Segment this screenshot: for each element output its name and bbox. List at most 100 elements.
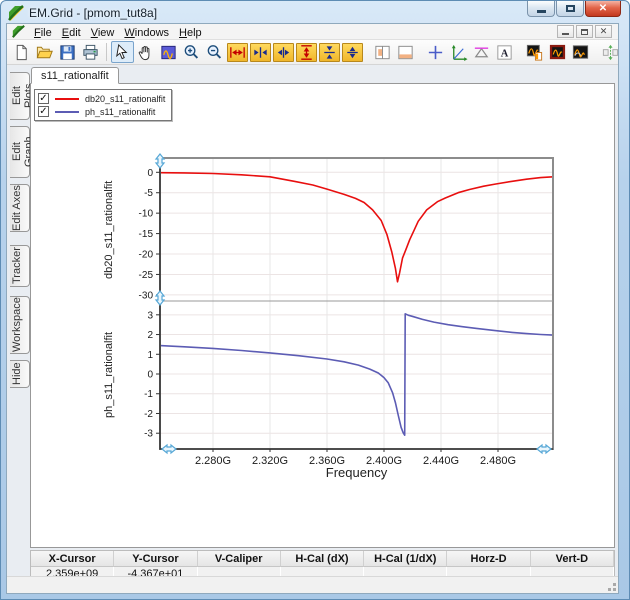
maximize-button[interactable] [556,1,584,17]
new-file-button[interactable] [10,41,33,63]
pan-hand-button[interactable] [134,41,157,63]
sidebar-tab-edit-graph[interactable]: Edit Graph [10,126,30,178]
new-plot-icon [525,43,544,62]
zoom-out-x-button[interactable] [273,43,294,62]
new-plot-button[interactable] [523,41,546,63]
text-label-icon: A [495,43,514,62]
split-rows-button[interactable] [394,41,417,63]
y-tick-label: 2 [147,330,153,341]
y-tick-label: -2 [144,409,153,420]
x-axis-right-handle[interactable] [537,445,551,453]
zoom-in-y-icon [320,43,339,62]
select-cursor-icon [113,43,132,62]
overlay-plot-button[interactable] [569,41,592,63]
y-tick-label: -10 [139,209,154,220]
app-frame: FileEditViewWindowsHelp ✕ ALayout Edit P… [6,23,619,594]
zoom-in-x-button[interactable] [250,43,271,62]
crosshair-button[interactable] [424,41,447,63]
svg-text:A: A [501,48,509,59]
readout-value-cell [531,567,614,576]
resize-grip[interactable] [606,581,616,591]
tab-s11-rationalfit[interactable]: s11_rationalfit [31,67,119,84]
title-bar[interactable]: EM.Grid - [pmom_tut8a] ✕ [1,1,629,23]
select-cursor-button[interactable] [111,41,134,63]
menu-view[interactable]: View [86,26,120,40]
menu-help[interactable]: Help [174,26,207,40]
readout-column-h-cal-dx-: H-Cal (dX) [281,551,364,567]
zoom-out-icon [205,43,224,62]
print-icon [81,43,100,62]
save-file-button[interactable] [56,41,79,63]
expand-y-icon [297,43,316,62]
legend: ✓db20_s11_rationalfit✓ph_s11_rationalfit [34,89,172,121]
menu-windows[interactable]: Windows [119,26,174,40]
readout-column-h-cal-1-dx-: H-Cal (1/dX) [364,551,447,567]
y-axis-top-handle[interactable] [156,154,164,168]
sidebar-tab-workspace[interactable]: Workspace [10,296,30,354]
toolbar: ALayout [7,40,618,65]
cursor-readout-table: X-CursorY-CursorV-CaliperH-Cal (dX)H-Cal… [30,550,615,576]
plot-canvas[interactable]: 0-5-10-15-20-25-303210-1-2-32.280G2.320G… [30,83,615,548]
caliper-icon [472,43,491,62]
menu-edit[interactable]: Edit [57,26,86,40]
legend-label: ph_s11_rationalfit [85,107,155,117]
readout-value-cell: -4.367e+01 [114,567,197,576]
sidebar-tab-tracker[interactable]: Tracker [10,245,30,287]
delete-plot-icon [548,43,567,62]
print-button[interactable] [79,41,102,63]
text-label-button[interactable]: A [493,41,516,63]
x-axis-left-handle[interactable] [162,445,176,453]
app-icon [8,5,24,21]
zoom-out-y-button[interactable] [342,43,363,62]
zoom-in-button[interactable] [180,41,203,63]
split-columns-icon [373,43,392,62]
split-columns-button[interactable] [371,41,394,63]
y-tick-label: 3 [147,310,153,321]
readout-value-cell [281,567,364,576]
zoom-in-x-icon [251,43,270,62]
y-tick-label: -1 [144,389,153,400]
minimize-button[interactable] [527,1,555,17]
expand-x-button[interactable] [227,43,248,62]
axes-button[interactable] [447,41,470,63]
expand-y-button[interactable] [296,43,317,62]
zoom-out-y-icon [343,43,362,62]
caliper-button[interactable] [470,41,493,63]
axis-lines [160,158,553,449]
app-window: EM.Grid - [pmom_tut8a] ✕ FileEditViewWin… [0,0,630,600]
legend-checkbox[interactable]: ✓ [38,106,49,117]
zoom-window-icon [159,43,178,62]
mdi-window-controls: ✕ [557,25,614,38]
close-button[interactable]: ✕ [585,1,621,17]
open-file-button[interactable] [33,41,56,63]
sidebar-tab-edit-axes[interactable]: Edit Axes [10,184,30,232]
readout-column-y-cursor: Y-Cursor [114,551,197,567]
sidebar-tab-edit-plots[interactable]: Edit Plots [10,72,30,120]
y-tick-label: 1 [147,350,153,361]
mdi-minimize-button[interactable] [557,25,574,38]
document-area: s11_rationalfit 0-5-10-15-20-25-303210-1… [30,65,618,576]
y-tick-label: -15 [139,229,154,240]
open-file-icon [35,43,54,62]
document-icon [12,25,25,38]
readout-column-v-caliper: V-Caliper [198,551,281,567]
expand-x-icon [228,43,247,62]
zoom-window-button[interactable] [157,41,180,63]
mdi-close-button[interactable]: ✕ [595,25,612,38]
readout-column-x-cursor: X-Cursor [31,551,114,567]
readout-value-cell: 2.359e+09 [31,567,114,576]
zoom-in-icon [182,43,201,62]
zoom-in-y-button[interactable] [319,43,340,62]
readout-value-cell [447,567,530,576]
status-bar [7,576,618,593]
delete-plot-button[interactable] [546,41,569,63]
sidebar-tab-hide[interactable]: Hide [10,360,30,388]
zoom-out-button[interactable] [203,41,226,63]
distribute-y-icon [601,43,618,62]
x-axis-label: Frequency [160,465,553,480]
y-axis-bottom-handle[interactable] [156,291,164,305]
menu-file[interactable]: File [29,26,57,40]
y-axis-title-ph: ph_s11_rationalfit [103,301,118,449]
mdi-restore-button[interactable] [576,25,593,38]
legend-checkbox[interactable]: ✓ [38,93,49,104]
